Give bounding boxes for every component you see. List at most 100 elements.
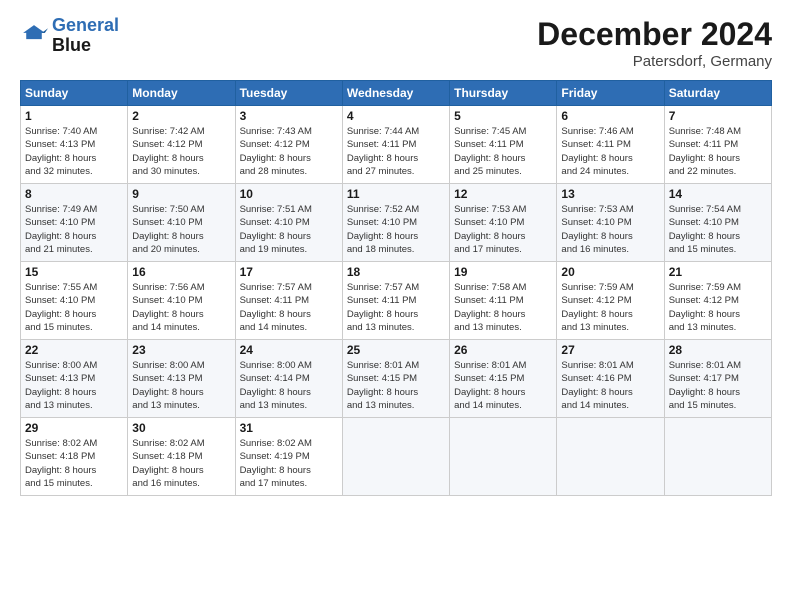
weekday-header-row: SundayMondayTuesdayWednesdayThursdayFrid… xyxy=(21,81,772,106)
day-number: 9 xyxy=(132,187,230,201)
day-number: 4 xyxy=(347,109,445,123)
logo-text: General Blue xyxy=(52,16,119,56)
day-number: 15 xyxy=(25,265,123,279)
day-number: 21 xyxy=(669,265,767,279)
day-number: 30 xyxy=(132,421,230,435)
day-detail: Sunrise: 7:42 AM Sunset: 4:12 PM Dayligh… xyxy=(132,125,230,178)
calendar-cell: 29 Sunrise: 8:02 AM Sunset: 4:18 PM Dayli… xyxy=(21,418,128,496)
calendar-cell xyxy=(450,418,557,496)
title-block: December 2024 Patersdorf, Germany xyxy=(537,16,772,70)
calendar-cell: 4 Sunrise: 7:44 AM Sunset: 4:11 PM Daylig… xyxy=(342,106,449,184)
day-detail: Sunrise: 7:40 AM Sunset: 4:13 PM Dayligh… xyxy=(25,125,123,178)
day-number: 18 xyxy=(347,265,445,279)
day-detail: Sunrise: 7:59 AM Sunset: 4:12 PM Dayligh… xyxy=(561,281,659,334)
day-number: 14 xyxy=(669,187,767,201)
day-number: 7 xyxy=(669,109,767,123)
calendar-cell: 3 Sunrise: 7:43 AM Sunset: 4:12 PM Daylig… xyxy=(235,106,342,184)
day-detail: Sunrise: 8:01 AM Sunset: 4:17 PM Dayligh… xyxy=(669,359,767,412)
day-detail: Sunrise: 7:57 AM Sunset: 4:11 PM Dayligh… xyxy=(347,281,445,334)
day-number: 29 xyxy=(25,421,123,435)
weekday-header-thursday: Thursday xyxy=(450,81,557,106)
calendar-cell: 19 Sunrise: 7:58 AM Sunset: 4:11 PM Dayli… xyxy=(450,262,557,340)
logo: General Blue xyxy=(20,16,119,56)
day-detail: Sunrise: 7:53 AM Sunset: 4:10 PM Dayligh… xyxy=(454,203,552,256)
day-number: 2 xyxy=(132,109,230,123)
day-number: 24 xyxy=(240,343,338,357)
day-number: 11 xyxy=(347,187,445,201)
calendar-cell: 22Sunrise: 8:00 AM Sunset: 4:13 PM Dayli… xyxy=(21,340,128,418)
calendar-cell: 28Sunrise: 8:01 AM Sunset: 4:17 PM Dayli… xyxy=(664,340,771,418)
calendar-cell: 24 Sunrise: 8:00 AM Sunset: 4:14 PM Dayli… xyxy=(235,340,342,418)
calendar-cell: 10 Sunrise: 7:51 AM Sunset: 4:10 PM Dayli… xyxy=(235,184,342,262)
calendar-cell: 6 Sunrise: 7:46 AM Sunset: 4:11 PM Daylig… xyxy=(557,106,664,184)
day-number: 10 xyxy=(240,187,338,201)
calendar-cell: 1 Sunrise: 7:40 AM Sunset: 4:13 PM Daylig… xyxy=(21,106,128,184)
header: General Blue December 2024 Patersdorf, G… xyxy=(20,16,772,70)
day-number: 13 xyxy=(561,187,659,201)
day-detail: Sunrise: 7:53 AM Sunset: 4:10 PM Dayligh… xyxy=(561,203,659,256)
calendar-cell: 9Sunrise: 7:50 AM Sunset: 4:10 PM Daylig… xyxy=(128,184,235,262)
day-detail: Sunrise: 7:57 AM Sunset: 4:11 PM Dayligh… xyxy=(240,281,338,334)
logo-icon xyxy=(20,22,48,50)
calendar-week-4: 22Sunrise: 8:00 AM Sunset: 4:13 PM Dayli… xyxy=(21,340,772,418)
calendar-cell: 14 Sunrise: 7:54 AM Sunset: 4:10 PM Dayli… xyxy=(664,184,771,262)
calendar-cell: 16Sunrise: 7:56 AM Sunset: 4:10 PM Dayli… xyxy=(128,262,235,340)
day-detail: Sunrise: 8:00 AM Sunset: 4:14 PM Dayligh… xyxy=(240,359,338,412)
day-detail: Sunrise: 8:02 AM Sunset: 4:19 PM Dayligh… xyxy=(240,437,338,490)
day-number: 12 xyxy=(454,187,552,201)
calendar-cell: 25Sunrise: 8:01 AM Sunset: 4:15 PM Dayli… xyxy=(342,340,449,418)
weekday-header-friday: Friday xyxy=(557,81,664,106)
day-detail: Sunrise: 7:59 AM Sunset: 4:12 PM Dayligh… xyxy=(669,281,767,334)
weekday-header-monday: Monday xyxy=(128,81,235,106)
calendar-cell xyxy=(664,418,771,496)
day-number: 5 xyxy=(454,109,552,123)
calendar: SundayMondayTuesdayWednesdayThursdayFrid… xyxy=(20,80,772,496)
day-detail: Sunrise: 7:45 AM Sunset: 4:11 PM Dayligh… xyxy=(454,125,552,178)
calendar-cell xyxy=(557,418,664,496)
calendar-cell: 8Sunrise: 7:49 AM Sunset: 4:10 PM Daylig… xyxy=(21,184,128,262)
calendar-week-2: 8Sunrise: 7:49 AM Sunset: 4:10 PM Daylig… xyxy=(21,184,772,262)
calendar-cell: 23Sunrise: 8:00 AM Sunset: 4:13 PM Dayli… xyxy=(128,340,235,418)
weekday-header-sunday: Sunday xyxy=(21,81,128,106)
calendar-cell: 20 Sunrise: 7:59 AM Sunset: 4:12 PM Dayli… xyxy=(557,262,664,340)
calendar-cell: 5 Sunrise: 7:45 AM Sunset: 4:11 PM Daylig… xyxy=(450,106,557,184)
day-number: 3 xyxy=(240,109,338,123)
calendar-week-5: 29 Sunrise: 8:02 AM Sunset: 4:18 PM Dayli… xyxy=(21,418,772,496)
day-detail: Sunrise: 7:46 AM Sunset: 4:11 PM Dayligh… xyxy=(561,125,659,178)
calendar-week-1: 1 Sunrise: 7:40 AM Sunset: 4:13 PM Daylig… xyxy=(21,106,772,184)
calendar-cell: 13 Sunrise: 7:53 AM Sunset: 4:10 PM Dayli… xyxy=(557,184,664,262)
calendar-cell: 11 Sunrise: 7:52 AM Sunset: 4:10 PM Dayli… xyxy=(342,184,449,262)
day-number: 19 xyxy=(454,265,552,279)
day-number: 31 xyxy=(240,421,338,435)
day-detail: Sunrise: 7:52 AM Sunset: 4:10 PM Dayligh… xyxy=(347,203,445,256)
day-detail: Sunrise: 7:54 AM Sunset: 4:10 PM Dayligh… xyxy=(669,203,767,256)
day-detail: Sunrise: 8:00 AM Sunset: 4:13 PM Dayligh… xyxy=(25,359,123,412)
day-detail: Sunrise: 7:44 AM Sunset: 4:11 PM Dayligh… xyxy=(347,125,445,178)
calendar-cell: 15Sunrise: 7:55 AM Sunset: 4:10 PM Dayli… xyxy=(21,262,128,340)
weekday-header-saturday: Saturday xyxy=(664,81,771,106)
page: General Blue December 2024 Patersdorf, G… xyxy=(0,0,792,612)
day-detail: Sunrise: 7:49 AM Sunset: 4:10 PM Dayligh… xyxy=(25,203,123,256)
day-number: 16 xyxy=(132,265,230,279)
day-number: 27 xyxy=(561,343,659,357)
day-detail: Sunrise: 7:48 AM Sunset: 4:11 PM Dayligh… xyxy=(669,125,767,178)
day-detail: Sunrise: 7:51 AM Sunset: 4:10 PM Dayligh… xyxy=(240,203,338,256)
day-number: 26 xyxy=(454,343,552,357)
calendar-cell: 31 Sunrise: 8:02 AM Sunset: 4:19 PM Dayli… xyxy=(235,418,342,496)
day-number: 20 xyxy=(561,265,659,279)
day-detail: Sunrise: 8:01 AM Sunset: 4:15 PM Dayligh… xyxy=(454,359,552,412)
weekday-header-tuesday: Tuesday xyxy=(235,81,342,106)
day-detail: Sunrise: 8:02 AM Sunset: 4:18 PM Dayligh… xyxy=(25,437,123,490)
calendar-cell: 21 Sunrise: 7:59 AM Sunset: 4:12 PM Dayli… xyxy=(664,262,771,340)
day-number: 25 xyxy=(347,343,445,357)
location: Patersdorf, Germany xyxy=(537,53,772,70)
day-number: 1 xyxy=(25,109,123,123)
calendar-cell: 2 Sunrise: 7:42 AM Sunset: 4:12 PM Daylig… xyxy=(128,106,235,184)
day-detail: Sunrise: 7:43 AM Sunset: 4:12 PM Dayligh… xyxy=(240,125,338,178)
day-number: 23 xyxy=(132,343,230,357)
calendar-week-3: 15Sunrise: 7:55 AM Sunset: 4:10 PM Dayli… xyxy=(21,262,772,340)
day-number: 6 xyxy=(561,109,659,123)
calendar-cell xyxy=(342,418,449,496)
day-detail: Sunrise: 7:58 AM Sunset: 4:11 PM Dayligh… xyxy=(454,281,552,334)
month-title: December 2024 xyxy=(537,16,772,53)
